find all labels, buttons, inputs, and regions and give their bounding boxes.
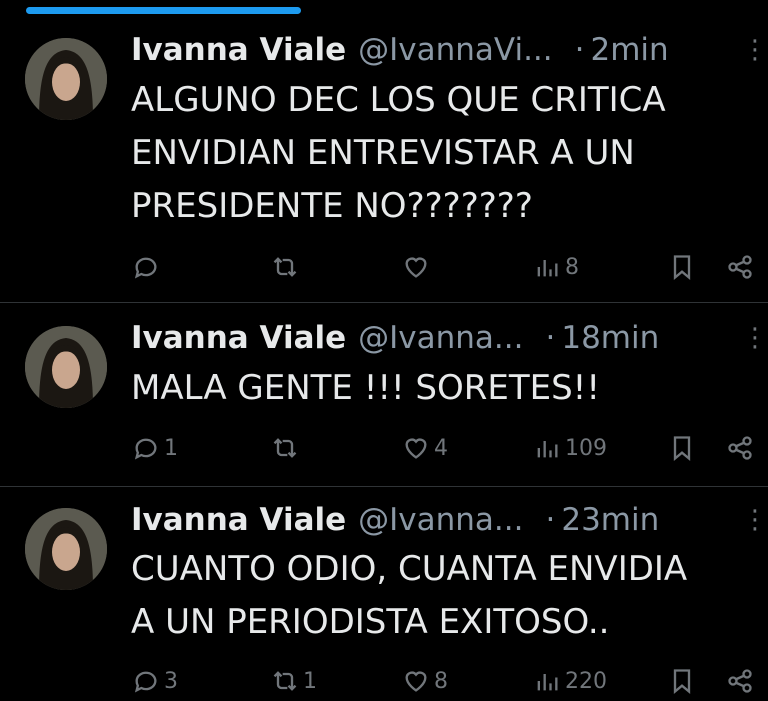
timestamp[interactable]: 18min bbox=[561, 320, 659, 356]
bookmark-button[interactable] bbox=[668, 428, 696, 468]
author-handle[interactable]: @IvannaVi... bbox=[358, 32, 552, 68]
reply-button[interactable] bbox=[132, 247, 164, 287]
author-name[interactable]: Ivanna Viale bbox=[131, 320, 346, 356]
bookmark-icon bbox=[673, 255, 691, 280]
active-tab-indicator bbox=[26, 7, 301, 14]
avatar[interactable] bbox=[25, 326, 107, 408]
bookmark-icon bbox=[673, 436, 691, 461]
retweet-button[interactable] bbox=[271, 247, 303, 287]
retweet-icon bbox=[273, 671, 297, 691]
bookmark-button[interactable] bbox=[668, 661, 696, 701]
retweet-button[interactable] bbox=[271, 428, 303, 468]
divider bbox=[0, 486, 768, 487]
reply-icon bbox=[134, 438, 157, 460]
views-count: 220 bbox=[565, 668, 607, 694]
heart-icon bbox=[405, 671, 427, 692]
share-icon bbox=[728, 255, 752, 279]
reply-button[interactable]: 3 bbox=[132, 661, 178, 701]
retweet-icon bbox=[273, 257, 297, 277]
like-button[interactable]: 4 bbox=[402, 428, 448, 468]
reply-button[interactable]: 1 bbox=[132, 428, 178, 468]
avatar[interactable] bbox=[25, 508, 107, 590]
share-button[interactable] bbox=[726, 661, 754, 701]
views-button[interactable]: 109 bbox=[533, 428, 607, 468]
author-handle[interactable]: @Ivanna... bbox=[358, 320, 523, 356]
reply-count: 3 bbox=[164, 668, 178, 694]
separator-dot: · bbox=[545, 320, 556, 356]
views-icon bbox=[537, 674, 558, 691]
author-handle[interactable]: @Ivanna... bbox=[358, 502, 523, 538]
timestamp[interactable]: 2min bbox=[591, 32, 669, 68]
retweet-icon bbox=[273, 438, 297, 458]
heart-icon bbox=[405, 257, 427, 278]
views-button[interactable]: 220 bbox=[533, 661, 607, 701]
views-button[interactable]: 8 bbox=[533, 247, 579, 287]
share-icon bbox=[728, 669, 752, 693]
tweet-text: CUANTO ODIO, CUANTA ENVIDIA A UN PERIODI… bbox=[131, 549, 688, 642]
views-icon bbox=[537, 441, 558, 458]
retweet-button[interactable]: 1 bbox=[271, 661, 317, 701]
author-name[interactable]: Ivanna Viale bbox=[131, 32, 346, 68]
bookmark-icon bbox=[673, 669, 691, 694]
tweet-text: ALGUNO DEC LOS QUE CRITICA ENVIDIAN ENTR… bbox=[131, 80, 666, 226]
retweet-count: 1 bbox=[303, 668, 317, 694]
views-count: 109 bbox=[565, 435, 607, 461]
separator-dot: · bbox=[574, 32, 585, 68]
more-options-icon[interactable]: ⋮ bbox=[742, 500, 768, 540]
heart-icon bbox=[405, 438, 427, 459]
like-button[interactable]: 8 bbox=[402, 661, 448, 701]
reply-icon bbox=[134, 257, 157, 279]
author-name[interactable]: Ivanna Viale bbox=[131, 502, 346, 538]
views-icon bbox=[537, 260, 558, 277]
bookmark-button[interactable] bbox=[668, 247, 696, 287]
more-options-icon[interactable]: ⋮ bbox=[742, 30, 768, 70]
share-button[interactable] bbox=[726, 247, 754, 287]
like-button[interactable] bbox=[402, 247, 434, 287]
divider bbox=[0, 302, 768, 303]
reply-icon bbox=[134, 671, 157, 693]
tweet-text: MALA GENTE !!! SORETES!! bbox=[131, 368, 600, 408]
more-options-icon[interactable]: ⋮ bbox=[742, 318, 768, 358]
separator-dot: · bbox=[545, 502, 556, 538]
share-icon bbox=[728, 436, 752, 460]
reply-count: 1 bbox=[164, 435, 178, 461]
share-button[interactable] bbox=[726, 428, 754, 468]
views-count: 8 bbox=[565, 254, 579, 280]
avatar[interactable] bbox=[25, 38, 107, 120]
timestamp[interactable]: 23min bbox=[561, 502, 659, 538]
like-count: 4 bbox=[434, 435, 448, 461]
like-count: 8 bbox=[434, 668, 448, 694]
